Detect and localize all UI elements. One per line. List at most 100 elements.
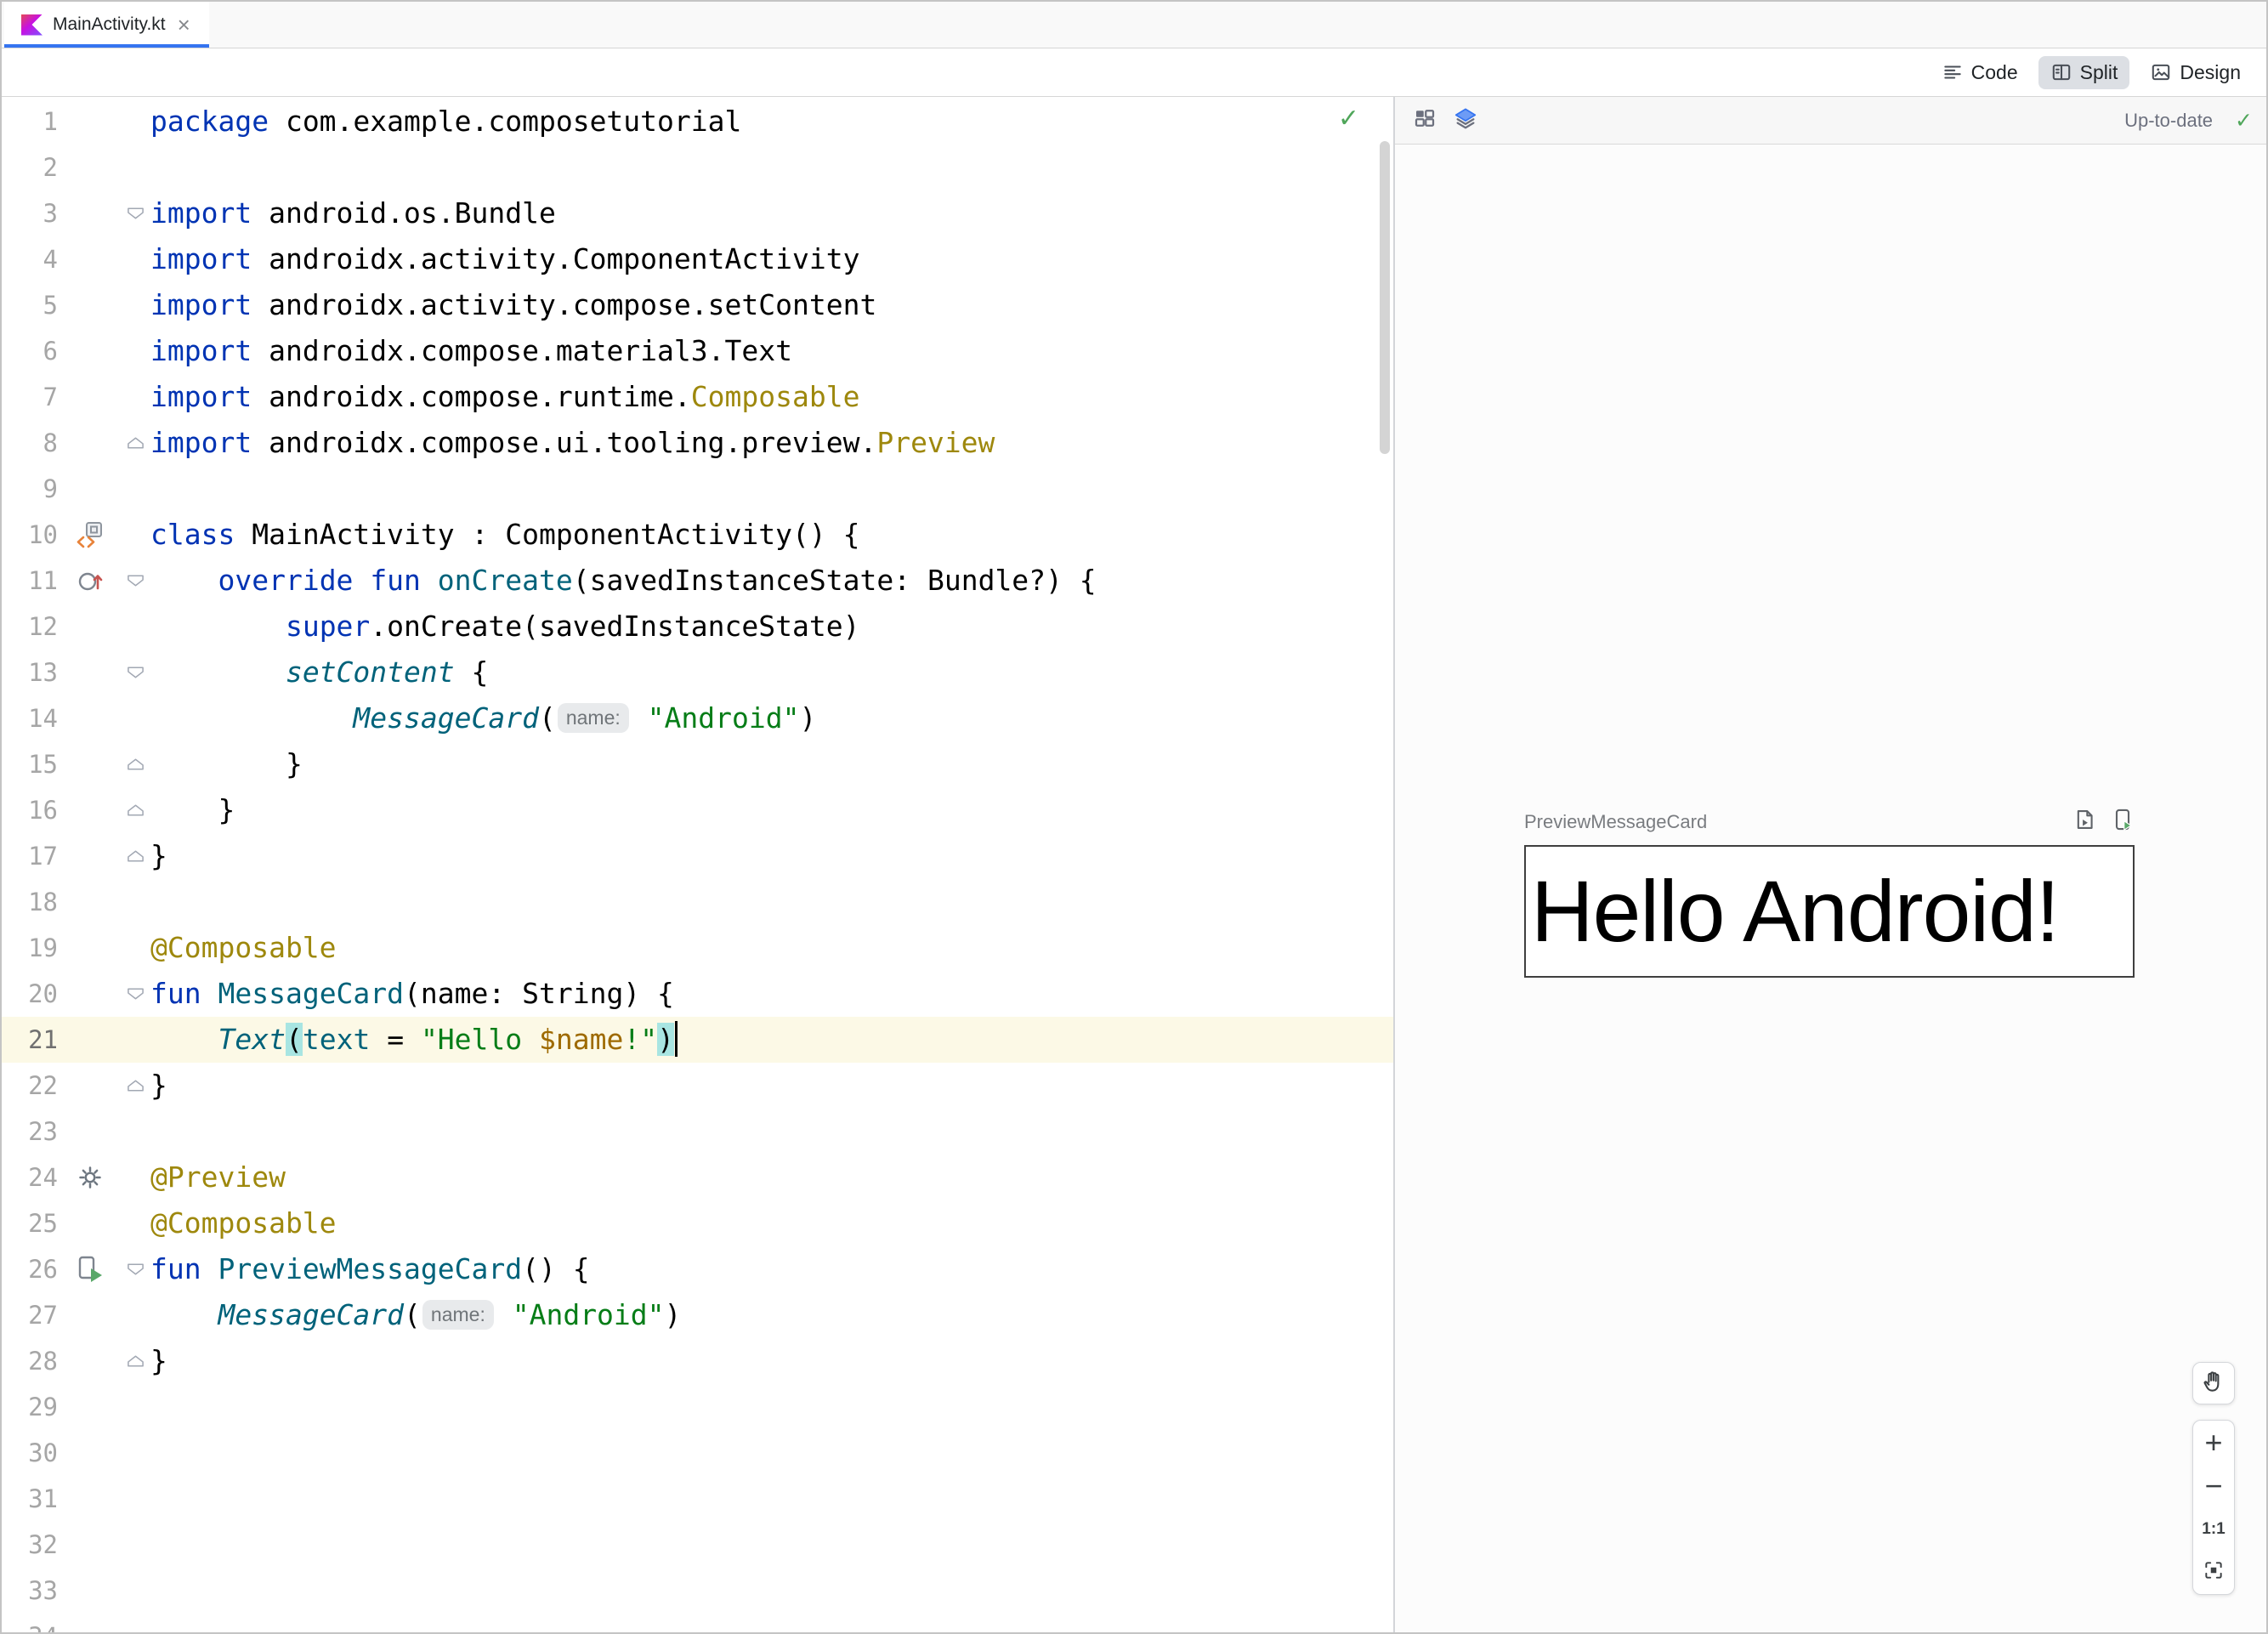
code-text[interactable]: Text(text = "Hello $name!") bbox=[150, 1017, 678, 1063]
code-line[interactable]: 1 package com.example.composetutorial bbox=[2, 99, 1393, 145]
code-line[interactable]: 21 Text(text = "Hello $name!") bbox=[2, 1017, 1393, 1063]
code-text[interactable]: } bbox=[150, 1063, 167, 1109]
code-text[interactable]: import androidx.activity.compose.setCont… bbox=[150, 282, 876, 328]
code-line[interactable]: 4 import androidx.activity.ComponentActiv… bbox=[2, 236, 1393, 282]
run-preview-icon[interactable] bbox=[60, 1246, 121, 1292]
code-line[interactable]: 6 import androidx.compose.material3.Text bbox=[2, 328, 1393, 374]
line-number[interactable]: 12 bbox=[2, 604, 60, 650]
fold-marker-icon[interactable] bbox=[121, 650, 150, 695]
line-number[interactable]: 15 bbox=[2, 741, 60, 787]
code-line[interactable]: 8 import androidx.compose.ui.tooling.prev… bbox=[2, 420, 1393, 466]
compose-preview-frame[interactable]: Hello Android! bbox=[1524, 845, 2135, 978]
code-line[interactable]: 17} bbox=[2, 833, 1393, 879]
line-number[interactable]: 31 bbox=[2, 1476, 60, 1522]
line-number[interactable]: 2 bbox=[2, 145, 60, 190]
line-number[interactable]: 18 bbox=[2, 879, 60, 925]
code-line[interactable]: 30 bbox=[2, 1430, 1393, 1476]
code-text[interactable]: } bbox=[150, 833, 167, 879]
line-number[interactable]: 6 bbox=[2, 328, 60, 374]
line-number[interactable]: 11 bbox=[2, 558, 60, 604]
line-number[interactable]: 5 bbox=[2, 282, 60, 328]
line-number[interactable]: 17 bbox=[2, 833, 60, 879]
view-mode-split[interactable]: Split bbox=[2038, 55, 2130, 89]
fold-marker-icon[interactable] bbox=[121, 420, 150, 466]
view-mode-code[interactable]: Code bbox=[1930, 56, 2030, 89]
code-text[interactable]: setContent { bbox=[150, 650, 488, 695]
fold-marker-icon[interactable] bbox=[121, 1246, 150, 1292]
code-line[interactable]: 15 } bbox=[2, 741, 1393, 787]
code-line[interactable]: 10 class MainActivity : ComponentActivity… bbox=[2, 512, 1393, 558]
code-line[interactable]: 34 bbox=[2, 1614, 1393, 1632]
code-line[interactable]: 11 override fun onCreate(savedInstanceSt… bbox=[2, 558, 1393, 604]
gear-icon[interactable] bbox=[60, 1155, 121, 1200]
line-number[interactable]: 33 bbox=[2, 1568, 60, 1614]
code-line[interactable]: 29 bbox=[2, 1384, 1393, 1430]
fold-marker-icon[interactable] bbox=[121, 833, 150, 879]
line-number[interactable]: 21 bbox=[2, 1017, 60, 1063]
fold-marker-icon[interactable] bbox=[121, 190, 150, 236]
line-number[interactable]: 30 bbox=[2, 1430, 60, 1476]
line-number[interactable]: 7 bbox=[2, 374, 60, 420]
line-number[interactable]: 16 bbox=[2, 787, 60, 833]
line-number[interactable]: 29 bbox=[2, 1384, 60, 1430]
code-text[interactable]: @Composable bbox=[150, 1200, 337, 1246]
line-number[interactable]: 32 bbox=[2, 1522, 60, 1568]
code-editor[interactable]: 1 package com.example.composetutorial 2 3 im… bbox=[2, 97, 1393, 1632]
code-text[interactable]: MessageCard(name: "Android") bbox=[150, 1292, 681, 1338]
code-line[interactable]: 18 bbox=[2, 879, 1393, 925]
code-line[interactable]: 14 MessageCard(name: "Android") bbox=[2, 695, 1393, 741]
code-text[interactable]: } bbox=[150, 741, 303, 787]
zoom-reset-button[interactable]: 1:1 bbox=[2193, 1507, 2234, 1551]
line-number[interactable]: 14 bbox=[2, 695, 60, 741]
code-line[interactable]: 31 bbox=[2, 1476, 1393, 1522]
line-number[interactable]: 23 bbox=[2, 1109, 60, 1155]
zoom-in-button[interactable]: + bbox=[2193, 1421, 2234, 1464]
line-number[interactable]: 10 bbox=[2, 512, 60, 558]
fold-marker-icon[interactable] bbox=[121, 787, 150, 833]
line-number[interactable]: 19 bbox=[2, 925, 60, 971]
line-number[interactable]: 4 bbox=[2, 236, 60, 282]
code-text[interactable]: import androidx.compose.material3.Text bbox=[150, 328, 792, 374]
preview-canvas[interactable]: PreviewMessageCard Hello Android! + − 1:… bbox=[1395, 145, 2266, 1632]
code-line[interactable]: 24 @Preview bbox=[2, 1155, 1393, 1200]
line-number[interactable]: 26 bbox=[2, 1246, 60, 1292]
code-line[interactable]: 7 import androidx.compose.runtime.Composa… bbox=[2, 374, 1393, 420]
code-line[interactable]: 27 MessageCard(name: "Android") bbox=[2, 1292, 1393, 1338]
line-number[interactable]: 3 bbox=[2, 190, 60, 236]
code-text[interactable]: class MainActivity : ComponentActivity()… bbox=[150, 512, 859, 558]
inspections-status-icon[interactable]: ✓ bbox=[1338, 104, 1359, 133]
view-mode-design[interactable]: Design bbox=[2138, 56, 2253, 89]
line-number[interactable]: 9 bbox=[2, 466, 60, 512]
code-line[interactable]: 3 import android.os.Bundle bbox=[2, 190, 1393, 236]
code-line[interactable]: 22} bbox=[2, 1063, 1393, 1109]
tab-mainactivity[interactable]: MainActivity.kt × bbox=[4, 2, 209, 48]
code-text[interactable]: fun MessageCard(name: String) { bbox=[150, 971, 674, 1017]
fold-marker-icon[interactable] bbox=[121, 558, 150, 604]
line-number[interactable]: 22 bbox=[2, 1063, 60, 1109]
code-text[interactable]: import androidx.compose.ui.tooling.previ… bbox=[150, 420, 995, 466]
code-line[interactable]: 5 import androidx.activity.compose.setCon… bbox=[2, 282, 1393, 328]
code-text[interactable]: import androidx.compose.runtime.Composab… bbox=[150, 374, 859, 420]
zoom-out-button[interactable]: − bbox=[2193, 1464, 2234, 1507]
code-line[interactable]: 32 bbox=[2, 1522, 1393, 1568]
code-text[interactable]: override fun onCreate(savedInstanceState… bbox=[150, 558, 1096, 604]
grid-view-icon[interactable] bbox=[1412, 105, 1437, 135]
code-text[interactable]: @Preview bbox=[150, 1155, 286, 1200]
code-text[interactable]: import android.os.Bundle bbox=[150, 190, 556, 236]
line-number[interactable]: 8 bbox=[2, 420, 60, 466]
tab-close-icon[interactable]: × bbox=[176, 14, 192, 36]
code-line[interactable]: 20 fun MessageCard(name: String) { bbox=[2, 971, 1393, 1017]
code-line[interactable]: 9 bbox=[2, 466, 1393, 512]
run-on-device-icon[interactable] bbox=[2111, 808, 2135, 836]
scrollbar-thumb[interactable] bbox=[1380, 141, 1390, 454]
line-number[interactable]: 20 bbox=[2, 971, 60, 1017]
line-number[interactable]: 34 bbox=[2, 1614, 60, 1632]
line-number[interactable]: 1 bbox=[2, 99, 60, 145]
code-line[interactable]: 13 setContent { bbox=[2, 650, 1393, 695]
code-line[interactable]: 2 bbox=[2, 145, 1393, 190]
code-text[interactable]: import androidx.activity.ComponentActivi… bbox=[150, 236, 859, 282]
editor-scrollbar[interactable] bbox=[1378, 97, 1392, 1632]
pan-button[interactable] bbox=[2192, 1362, 2235, 1404]
code-text[interactable]: } bbox=[150, 787, 235, 833]
code-line[interactable]: 28} bbox=[2, 1338, 1393, 1384]
